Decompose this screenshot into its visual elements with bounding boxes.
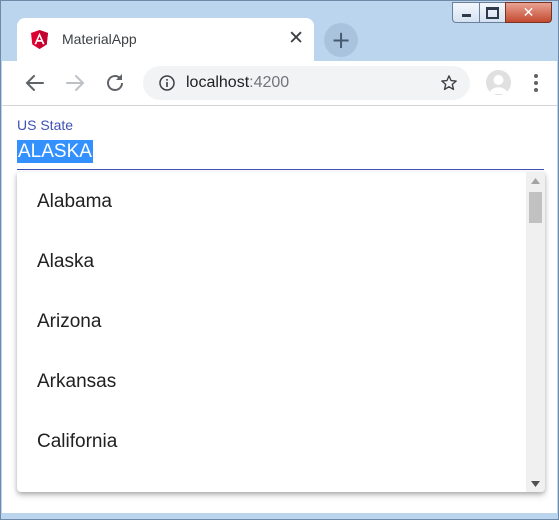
forward-arrow-icon[interactable] [62,70,88,96]
option-alabama[interactable]: Alabama [17,172,526,232]
scrollbar-thumb[interactable] [529,192,542,223]
maximize-icon [486,6,499,19]
reload-icon[interactable] [102,70,128,96]
autocomplete-panel: Alabama Alaska Arizona Arkansas Californ… [17,172,545,492]
url-text: localhost:4200 [186,74,289,92]
option-arkansas[interactable]: Arkansas [17,352,526,412]
browser-window: ✕ MaterialApp ✕ + localhost:4200 US Stat… [0,0,559,520]
selected-text: ALASKA [17,140,93,163]
option-alaska[interactable]: Alaska [17,232,526,292]
avatar-icon[interactable] [486,70,511,95]
caret-up-icon [531,177,540,184]
browser-tab[interactable]: MaterialApp ✕ [17,18,314,61]
caret-down-icon [531,480,540,487]
url-port: :4200 [249,74,290,91]
tab-close-icon[interactable]: ✕ [288,27,304,49]
url-host: localhost [186,74,250,91]
window-controls: ✕ [452,2,552,23]
browser-toolbar: localhost:4200 [2,61,557,106]
window-bottom-frame [2,513,557,519]
new-tab-button[interactable]: + [324,23,358,57]
option-california[interactable]: California [17,412,526,472]
maximize-button[interactable] [479,2,505,23]
close-icon: ✕ [522,4,535,21]
us-state-input[interactable]: ALASKA [17,140,544,170]
scrollbar[interactable] [526,172,545,492]
back-arrow-icon[interactable] [22,70,48,96]
scroll-down-arrow[interactable] [526,475,545,492]
star-icon[interactable] [440,74,458,92]
minimize-button[interactable] [452,2,479,23]
info-icon[interactable] [159,75,175,91]
address-bar[interactable]: localhost:4200 [143,66,470,100]
menu-icon[interactable] [534,74,538,92]
option-arizona[interactable]: Arizona [17,292,526,352]
tab-title: MaterialApp [62,31,137,47]
us-state-label: US State [17,117,74,133]
scroll-up-arrow[interactable] [526,172,545,189]
plus-icon: + [330,26,352,54]
page-content: US State ALASKA Alabama Alaska Arizona A… [2,106,557,513]
minimize-icon [461,14,471,17]
angular-icon [31,30,48,49]
window-close-button[interactable]: ✕ [505,2,552,23]
